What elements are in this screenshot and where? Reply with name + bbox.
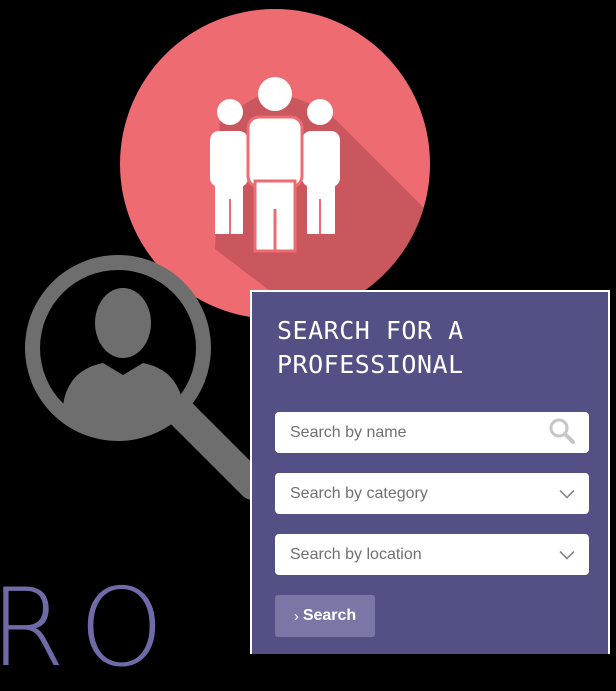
chevron-down-icon: [559, 545, 575, 564]
search-location-placeholder: Search by location: [290, 545, 422, 563]
search-button-label: Search: [302, 607, 357, 624]
search-panel: SEARCH FOR A PROFESSIONAL Search by name…: [250, 290, 610, 654]
search-location-select[interactable]: Search by location: [275, 534, 589, 575]
brand-wordmark: RO: [0, 566, 179, 691]
user-search-icon: [25, 255, 268, 500]
search-name-placeholder: Search by name: [290, 423, 407, 441]
search-button[interactable]: › Search: [275, 595, 375, 637]
search-category-select[interactable]: Search by category: [275, 473, 589, 514]
search-icon[interactable]: [549, 418, 575, 448]
search-name-input[interactable]: Search by name: [275, 412, 589, 453]
chevron-right-icon: ›: [293, 607, 299, 625]
chevron-down-icon: [559, 484, 575, 503]
search-category-placeholder: Search by category: [290, 484, 428, 502]
panel-title: SEARCH FOR A PROFESSIONAL: [277, 316, 464, 379]
